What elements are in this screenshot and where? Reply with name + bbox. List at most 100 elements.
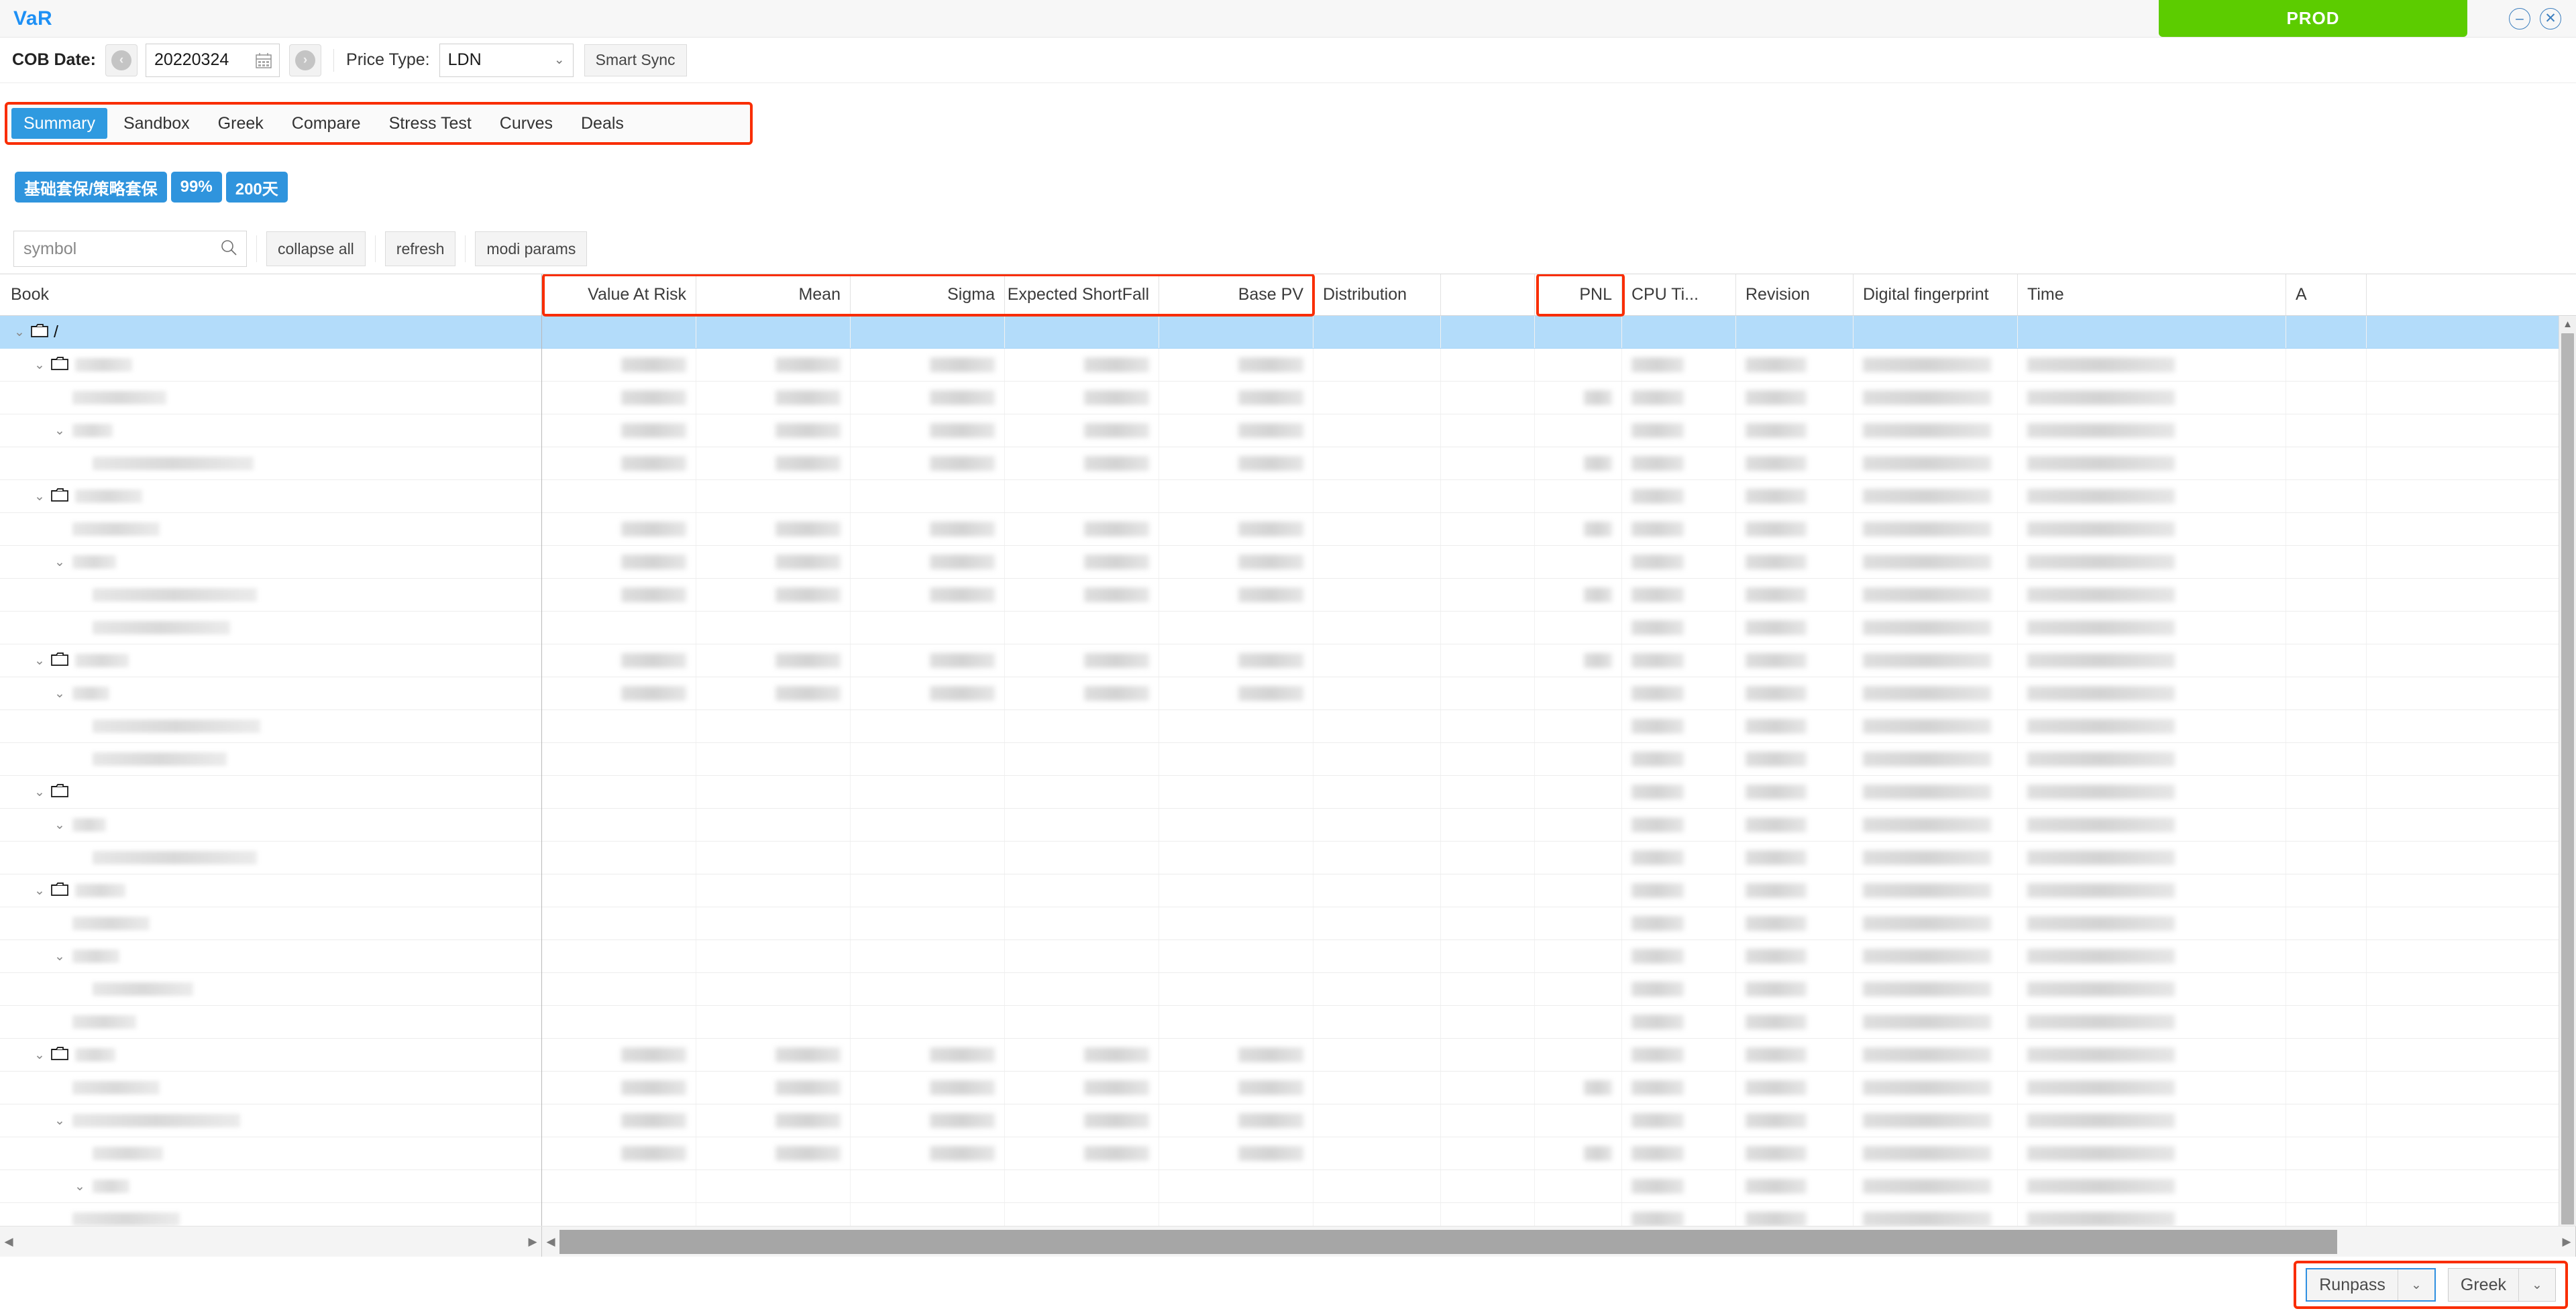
table-row[interactable] bbox=[542, 710, 2576, 743]
chevron-down-icon[interactable]: ⌄ bbox=[32, 785, 47, 800]
tree-row[interactable]: ⌄ bbox=[0, 1104, 541, 1137]
column-header-value-at-risk[interactable]: Value At Risk bbox=[542, 274, 696, 315]
chevron-down-icon[interactable]: ⌄ bbox=[12, 325, 27, 340]
tree-row[interactable]: ⌄ bbox=[0, 940, 541, 973]
table-row[interactable] bbox=[542, 907, 2576, 940]
chevron-down-icon[interactable]: ⌄ bbox=[32, 1047, 47, 1063]
smart-sync-button[interactable]: Smart Sync bbox=[584, 44, 687, 76]
data-scroll-right-icon[interactable]: ▶ bbox=[2558, 1235, 2575, 1249]
tab-sandbox[interactable]: Sandbox bbox=[111, 108, 202, 139]
book-column-header[interactable]: Book bbox=[0, 274, 541, 316]
tree-row[interactable]: ⌄ bbox=[0, 1170, 541, 1203]
tree-row[interactable]: ⌄ bbox=[0, 480, 541, 513]
tree-row[interactable] bbox=[0, 447, 541, 480]
column-header-sigma[interactable]: Sigma bbox=[851, 274, 1005, 315]
data-scroll-thumb[interactable] bbox=[559, 1230, 2337, 1254]
tab-compare[interactable]: Compare bbox=[280, 108, 373, 139]
column-header-digital-fingerprint[interactable]: Digital fingerprint bbox=[1854, 274, 2018, 315]
tree-horizontal-scrollbar[interactable]: ◀ ▶ bbox=[0, 1226, 542, 1257]
table-row[interactable] bbox=[542, 480, 2576, 513]
tree-row[interactable] bbox=[0, 579, 541, 612]
cob-date-input[interactable]: 20220324 bbox=[146, 43, 280, 77]
chevron-down-icon[interactable]: ⌄ bbox=[32, 653, 47, 669]
search-icon[interactable] bbox=[219, 238, 238, 260]
tree-row[interactable]: ⌄ bbox=[0, 874, 541, 907]
tree-row[interactable]: ⌄ bbox=[0, 349, 541, 382]
tree-row[interactable]: ⌄ bbox=[0, 809, 541, 842]
tree-row[interactable] bbox=[0, 842, 541, 874]
data-scroll-left-icon[interactable]: ◀ bbox=[542, 1235, 559, 1249]
table-row[interactable] bbox=[542, 940, 2576, 973]
table-row[interactable] bbox=[542, 447, 2576, 480]
refresh-button[interactable]: refresh bbox=[384, 231, 456, 266]
chevron-down-icon[interactable]: ⌄ bbox=[52, 949, 67, 964]
greek-split-button[interactable]: Greek ⌄ bbox=[2447, 1268, 2556, 1302]
table-row[interactable] bbox=[542, 612, 2576, 644]
column-header-pnl[interactable]: PNL bbox=[1535, 274, 1622, 315]
chevron-down-icon[interactable]: ⌄ bbox=[52, 1113, 67, 1129]
tab-stress-test[interactable]: Stress Test bbox=[377, 108, 484, 139]
price-type-select[interactable]: LDN ⌄ bbox=[439, 43, 574, 77]
greek-chevron-down-icon[interactable]: ⌄ bbox=[2519, 1269, 2555, 1301]
tree-row[interactable]: ⌄ bbox=[0, 414, 541, 447]
tab-deals[interactable]: Deals bbox=[569, 108, 636, 139]
next-date-button[interactable]: › bbox=[289, 44, 322, 76]
table-row[interactable] bbox=[542, 349, 2576, 382]
table-row[interactable] bbox=[542, 1203, 2576, 1226]
chevron-down-icon[interactable]: ⌄ bbox=[32, 489, 47, 504]
close-icon[interactable]: ✕ bbox=[2540, 7, 2561, 30]
metrics-body[interactable] bbox=[542, 316, 2576, 1226]
prev-date-button[interactable]: ‹ bbox=[105, 44, 138, 76]
tree-row[interactable] bbox=[0, 710, 541, 743]
filter-badge-1[interactable]: 99% bbox=[170, 172, 222, 203]
filter-badge-2[interactable]: 200天 bbox=[225, 172, 288, 203]
table-row[interactable] bbox=[542, 382, 2576, 414]
calendar-icon[interactable] bbox=[255, 52, 272, 69]
tree-row[interactable]: ⌄ bbox=[0, 546, 541, 579]
tab-curves[interactable]: Curves bbox=[488, 108, 565, 139]
table-row[interactable] bbox=[542, 316, 2576, 349]
tab-summary[interactable]: Summary bbox=[11, 108, 107, 139]
column-header-time[interactable]: Time bbox=[2018, 274, 2286, 315]
tree-row[interactable] bbox=[0, 1203, 541, 1226]
table-row[interactable] bbox=[542, 1006, 2576, 1039]
chevron-down-icon[interactable]: ⌄ bbox=[52, 817, 67, 833]
column-header-expected-shortfall[interactable]: Expected ShortFall bbox=[1005, 274, 1159, 315]
tree-row[interactable] bbox=[0, 907, 541, 940]
column-header-cpu-ti[interactable]: CPU Ti... bbox=[1622, 274, 1736, 315]
tree-row[interactable]: ⌄ bbox=[0, 644, 541, 677]
table-row[interactable] bbox=[542, 776, 2576, 809]
table-row[interactable] bbox=[542, 513, 2576, 546]
tree-row[interactable] bbox=[0, 382, 541, 414]
tree-scroll-left-icon[interactable]: ◀ bbox=[0, 1235, 17, 1249]
vertical-scroll-thumb[interactable] bbox=[2561, 333, 2574, 1224]
table-row[interactable] bbox=[542, 1072, 2576, 1104]
search-input[interactable]: symbol bbox=[13, 231, 247, 267]
minimize-icon[interactable]: – bbox=[2509, 7, 2530, 30]
scroll-up-icon[interactable]: ▲ bbox=[2559, 316, 2576, 332]
tree-row[interactable]: ⌄ / bbox=[0, 316, 541, 349]
runpass-split-button[interactable]: Runpass ⌄ bbox=[2306, 1268, 2436, 1302]
tree-row[interactable] bbox=[0, 973, 541, 1006]
tree-row[interactable] bbox=[0, 1006, 541, 1039]
modi-params-button[interactable]: modi params bbox=[475, 231, 588, 266]
filter-badge-0[interactable]: 基础套保/策略套保 bbox=[15, 172, 167, 203]
collapse-all-button[interactable]: collapse all bbox=[266, 231, 366, 266]
chevron-down-icon[interactable]: ⌄ bbox=[32, 357, 47, 373]
tree-row[interactable]: ⌄ bbox=[0, 1039, 541, 1072]
tree-row[interactable] bbox=[0, 743, 541, 776]
table-row[interactable] bbox=[542, 1170, 2576, 1203]
table-row[interactable] bbox=[542, 809, 2576, 842]
tree-scroll-track[interactable] bbox=[17, 1226, 524, 1257]
book-tree-body[interactable]: ⌄ / ⌄ ⌄ ⌄ ⌄ ⌄ ⌄ ⌄ ⌄ ⌄ ⌄ ⌄ ⌄ ⌄ bbox=[0, 316, 541, 1226]
data-scroll-track[interactable] bbox=[559, 1226, 2558, 1257]
tab-greek[interactable]: Greek bbox=[206, 108, 276, 139]
table-row[interactable] bbox=[542, 743, 2576, 776]
column-header-revision[interactable]: Revision bbox=[1736, 274, 1854, 315]
tree-row[interactable] bbox=[0, 1072, 541, 1104]
table-row[interactable] bbox=[542, 1104, 2576, 1137]
table-row[interactable] bbox=[542, 1039, 2576, 1072]
runpass-chevron-down-icon[interactable]: ⌄ bbox=[2398, 1269, 2434, 1300]
column-header-a[interactable]: A bbox=[2286, 274, 2367, 315]
chevron-down-icon[interactable]: ⌄ bbox=[72, 1179, 87, 1194]
